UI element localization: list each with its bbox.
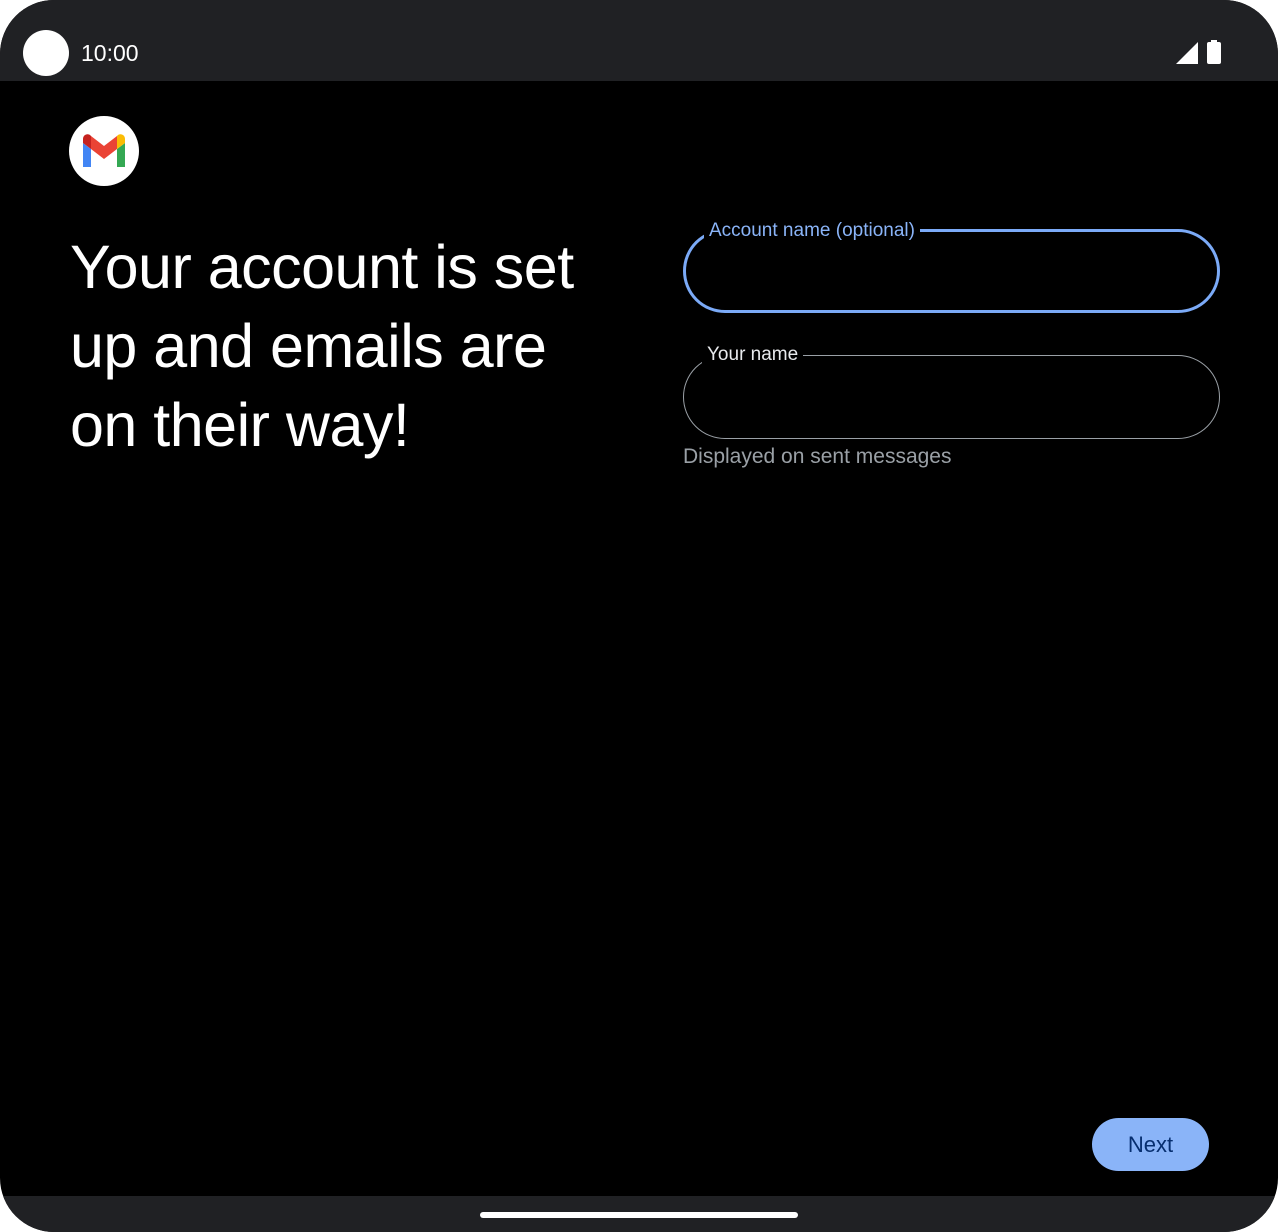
account-name-label: Account name (optional) <box>704 219 920 243</box>
next-button[interactable]: Next <box>1092 1118 1209 1171</box>
your-name-input[interactable] <box>710 378 1194 420</box>
camera-cutout <box>23 30 69 76</box>
account-name-input[interactable] <box>712 254 1196 296</box>
your-name-label: Your name <box>702 343 804 367</box>
device-screen: 10:00 Your account is set up and emails … <box>0 0 1278 1232</box>
your-name-helper-text: Displayed on sent messages <box>683 445 952 468</box>
gesture-handle[interactable] <box>480 1212 798 1218</box>
status-bar: 10:00 <box>0 0 1278 81</box>
signal-icon <box>1176 42 1198 64</box>
gmail-logo-icon <box>69 116 139 186</box>
battery-icon <box>1207 40 1221 64</box>
account-name-field[interactable]: Account name (optional) <box>683 219 1220 313</box>
your-name-field[interactable]: Your name <box>683 343 1220 439</box>
page-title: Your account is set up and emails are on… <box>70 233 574 459</box>
status-clock: 10:00 <box>81 40 139 66</box>
